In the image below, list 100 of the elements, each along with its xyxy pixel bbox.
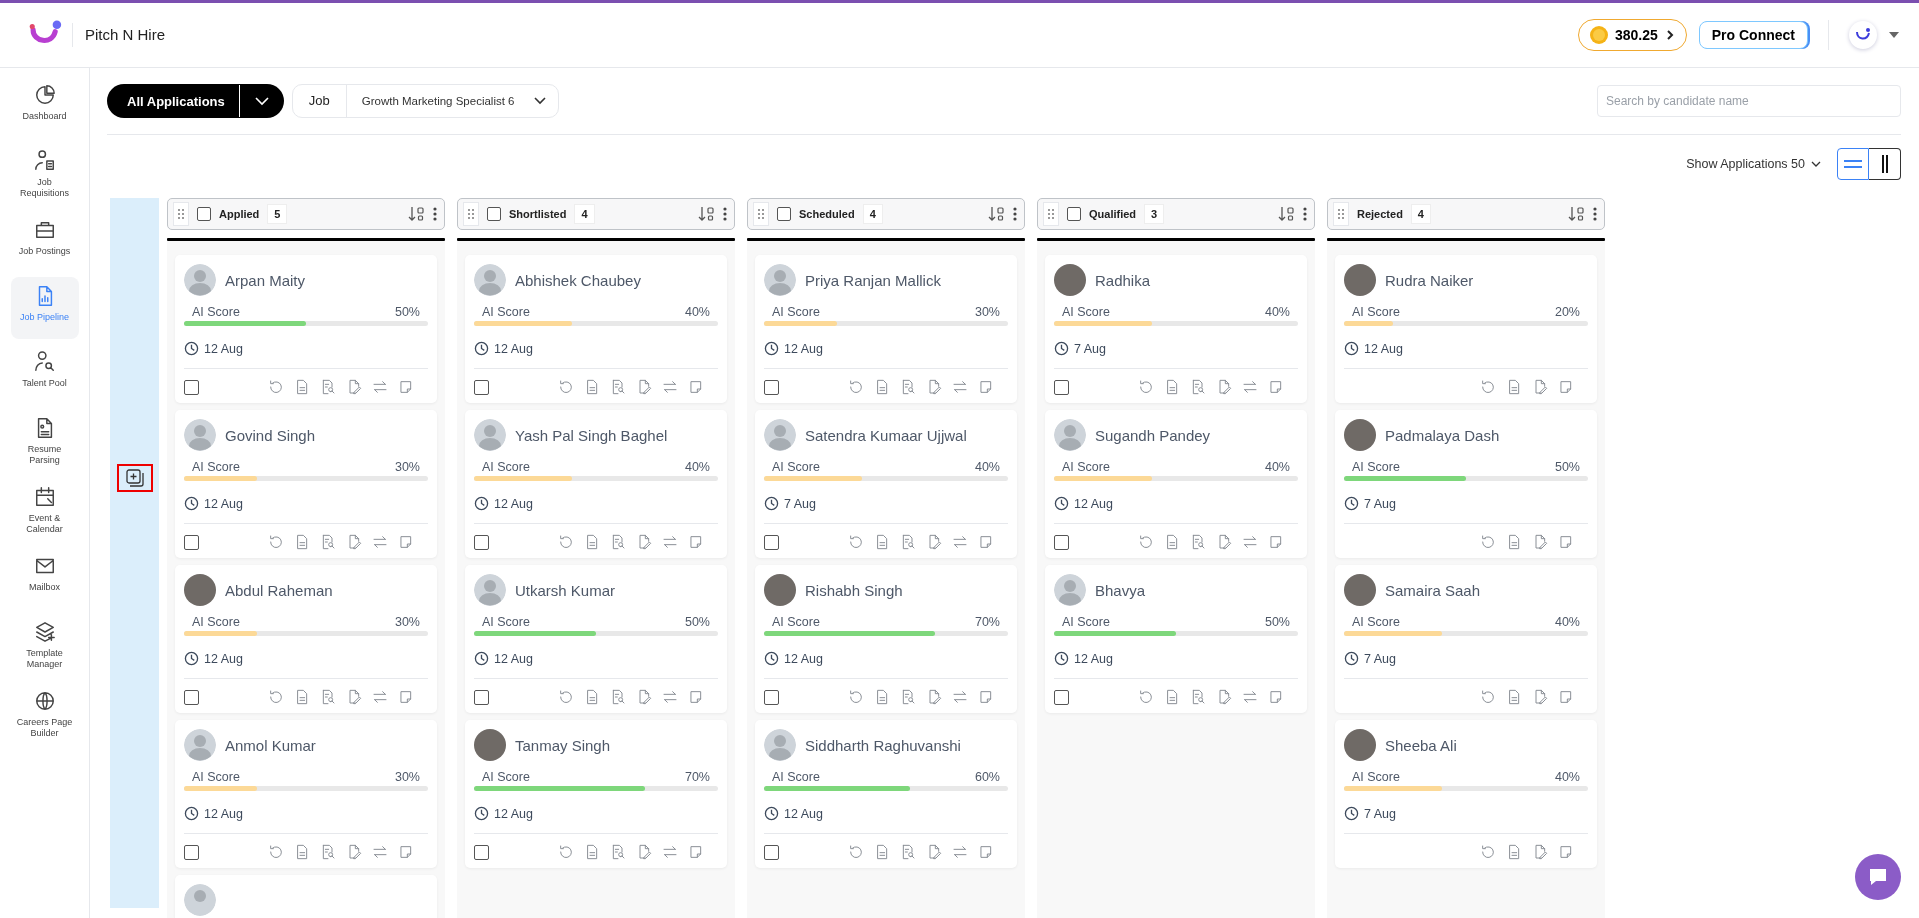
job-selector[interactable]: Job Growth Marketing Specialist 6 (291, 84, 560, 118)
sidebar-item[interactable]: Job Requisitions (10, 142, 79, 207)
refresh-icon[interactable] (558, 379, 574, 395)
note-icon[interactable] (978, 844, 994, 860)
checkbox[interactable] (184, 379, 199, 395)
refresh-icon[interactable] (848, 689, 864, 705)
candidate-name[interactable]: Rudra Naiker (1385, 271, 1474, 289)
document-edit-icon[interactable] (636, 844, 652, 860)
drag-handle-icon[interactable] (1333, 202, 1349, 226)
checkbox[interactable] (184, 534, 199, 550)
document-check-icon[interactable] (610, 534, 626, 550)
checkbox[interactable] (764, 844, 779, 860)
document-icon[interactable] (874, 379, 890, 395)
refresh-icon[interactable] (1480, 689, 1496, 705)
candidate-name[interactable]: Padmalaya Dash (1385, 426, 1500, 444)
swap-arrows-icon[interactable] (1242, 379, 1258, 395)
refresh-icon[interactable] (848, 379, 864, 395)
checkbox[interactable] (764, 534, 779, 550)
refresh-icon[interactable] (1138, 379, 1154, 395)
sidebar-item[interactable]: Careers Page Builder (10, 682, 79, 747)
candidate-card[interactable]: Anmol Kumar AI Score 30% 12 Aug (175, 720, 437, 868)
candidate-name[interactable]: Yash Pal Singh Baghel (515, 426, 668, 444)
checkbox[interactable] (474, 534, 489, 550)
candidate-name[interactable]: Priya Ranjan Mallick (805, 271, 941, 289)
candidate-name[interactable]: Siddharth Raghuvanshi (805, 736, 961, 754)
candidate-name[interactable]: Arpan Maity (225, 271, 306, 289)
note-icon[interactable] (1268, 689, 1284, 705)
rows-view-button[interactable] (1837, 148, 1869, 180)
document-edit-icon[interactable] (346, 379, 362, 395)
document-edit-icon[interactable] (1216, 534, 1232, 550)
note-icon[interactable] (688, 689, 704, 705)
document-check-icon[interactable] (1190, 689, 1206, 705)
candidate-name[interactable]: Abhishek Chaubey (515, 271, 641, 289)
refresh-icon[interactable] (1480, 844, 1496, 860)
sidebar-item[interactable]: Talent Pool (10, 343, 79, 405)
refresh-icon[interactable] (1138, 534, 1154, 550)
document-icon[interactable] (294, 534, 310, 550)
document-icon[interactable] (584, 379, 600, 395)
document-icon[interactable] (1506, 844, 1522, 860)
document-edit-icon[interactable] (346, 844, 362, 860)
swap-arrows-icon[interactable] (372, 534, 388, 550)
swap-arrows-icon[interactable] (662, 844, 678, 860)
refresh-icon[interactable] (848, 844, 864, 860)
candidate-card[interactable]: Priya Ranjan Mallick AI Score 30% 12 Aug (755, 255, 1017, 403)
swap-arrows-icon[interactable] (952, 534, 968, 550)
document-icon[interactable] (874, 689, 890, 705)
document-check-icon[interactable] (900, 379, 916, 395)
candidate-card[interactable] (175, 875, 437, 918)
document-icon[interactable] (294, 844, 310, 860)
sort-icon[interactable] (407, 205, 425, 223)
sort-icon[interactable] (697, 205, 715, 223)
document-check-icon[interactable] (320, 844, 336, 860)
refresh-icon[interactable] (1138, 689, 1154, 705)
document-edit-icon[interactable] (1532, 379, 1548, 395)
refresh-icon[interactable] (268, 534, 284, 550)
candidate-name[interactable]: Anmol Kumar (225, 736, 316, 754)
document-edit-icon[interactable] (926, 689, 942, 705)
document-icon[interactable] (874, 844, 890, 860)
document-edit-icon[interactable] (1532, 534, 1548, 550)
candidate-card[interactable]: Rudra Naiker AI Score 20% 12 Aug (1335, 255, 1597, 403)
refresh-icon[interactable] (848, 534, 864, 550)
document-icon[interactable] (294, 379, 310, 395)
candidate-card[interactable]: Arpan Maity AI Score 50% 12 Aug (175, 255, 437, 403)
note-icon[interactable] (1558, 379, 1574, 395)
document-icon[interactable] (1164, 379, 1180, 395)
refresh-icon[interactable] (268, 844, 284, 860)
note-icon[interactable] (398, 689, 414, 705)
refresh-icon[interactable] (558, 534, 574, 550)
sidebar-item[interactable]: Resume Parsing (10, 409, 79, 474)
document-edit-icon[interactable] (1532, 844, 1548, 860)
document-check-icon[interactable] (320, 379, 336, 395)
more-icon[interactable] (723, 207, 727, 221)
checkbox[interactable] (197, 207, 211, 221)
document-check-icon[interactable] (320, 534, 336, 550)
sidebar-item[interactable]: Dashboard (10, 76, 79, 138)
note-icon[interactable] (688, 379, 704, 395)
sidebar-item[interactable]: Mailbox (10, 547, 79, 609)
search-field[interactable]: Search by candidate name (1597, 85, 1901, 117)
candidate-name[interactable]: Tanmay Singh (515, 736, 611, 754)
document-icon[interactable] (1164, 689, 1180, 705)
candidate-name[interactable]: Samaira Saah (1385, 581, 1481, 599)
view-selector[interactable]: All Applications (107, 84, 284, 118)
candidate-card[interactable]: Sugandh Pandey AI Score 40% 12 Aug (1045, 410, 1307, 558)
checkbox[interactable] (1054, 534, 1069, 550)
candidate-name[interactable]: Utkarsh Kumar (515, 581, 616, 599)
candidate-card[interactable]: Radhika AI Score 40% 7 Aug (1045, 255, 1307, 403)
note-icon[interactable] (398, 379, 414, 395)
sort-icon[interactable] (987, 205, 1005, 223)
note-icon[interactable] (398, 534, 414, 550)
note-icon[interactable] (1268, 534, 1284, 550)
candidate-card[interactable]: Padmalaya Dash AI Score 50% 7 Aug (1335, 410, 1597, 558)
candidate-card[interactable]: Yash Pal Singh Baghel AI Score 40% 12 Aug (465, 410, 727, 558)
refresh-icon[interactable] (268, 689, 284, 705)
checkbox[interactable] (474, 844, 489, 860)
swap-arrows-icon[interactable] (662, 534, 678, 550)
sidebar-item[interactable]: Job Pipeline (10, 277, 79, 339)
swap-arrows-icon[interactable] (952, 689, 968, 705)
checkbox[interactable] (474, 379, 489, 395)
swap-arrows-icon[interactable] (372, 844, 388, 860)
document-icon[interactable] (874, 534, 890, 550)
